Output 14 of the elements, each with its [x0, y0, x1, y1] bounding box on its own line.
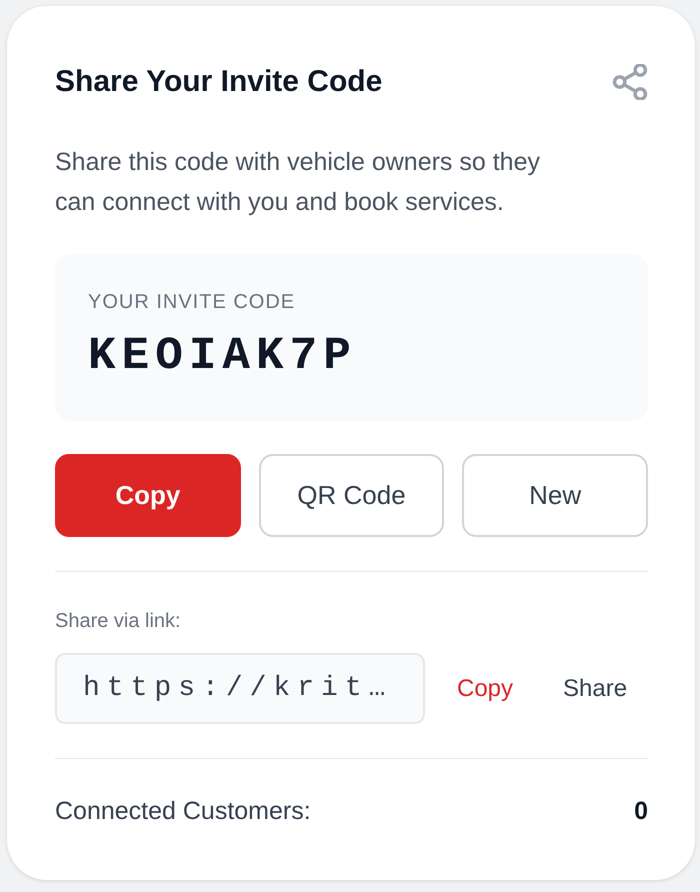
invite-code-value: KEOIAK7P: [88, 329, 357, 384]
link-action-button[interactable]: Copy: [441, 658, 530, 718]
action-button[interactable]: Copy: [55, 454, 241, 537]
connected-customers-label: Connected Customers:: [55, 796, 311, 827]
card-title: Share Your Invite Code: [55, 64, 382, 100]
invite-code-label: YOUR INVITE CODE: [88, 290, 296, 315]
share-link-label: Share via link:: [55, 609, 181, 634]
connected-customers-count: 0: [634, 796, 648, 827]
share-icon[interactable]: [612, 64, 648, 100]
action-button[interactable]: New: [462, 454, 648, 537]
description-text: Share this code with vehicle owners so they can connect with you and book services.: [55, 147, 541, 218]
link-field[interactable]: https://krit…: [55, 653, 425, 724]
link-action-button[interactable]: Share: [547, 658, 644, 718]
action-button[interactable]: QR Code: [258, 454, 444, 537]
